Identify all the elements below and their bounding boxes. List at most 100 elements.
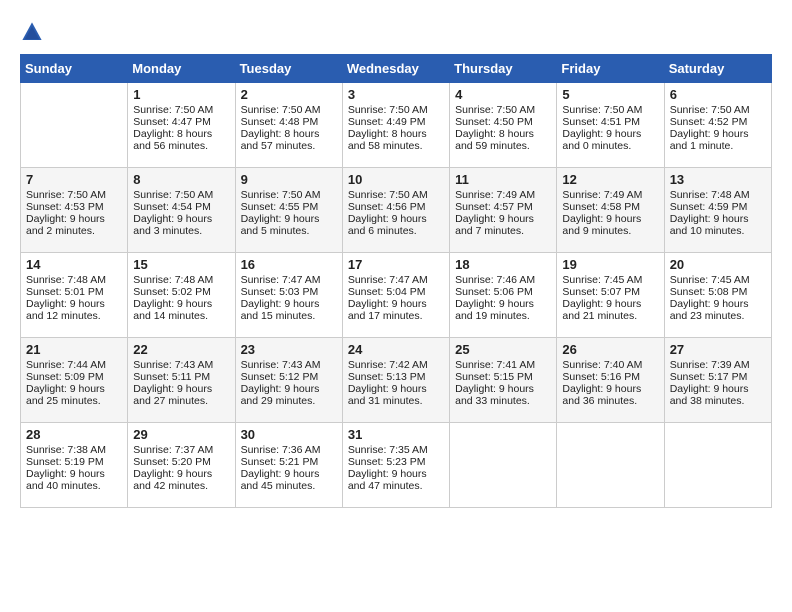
day-info: Daylight: 9 hours: [241, 468, 337, 480]
calendar-week-row: 7Sunrise: 7:50 AMSunset: 4:53 PMDaylight…: [21, 168, 772, 253]
calendar-cell: 27Sunrise: 7:39 AMSunset: 5:17 PMDayligh…: [664, 338, 771, 423]
day-info: and 36 minutes.: [562, 395, 658, 407]
day-number: 2: [241, 87, 337, 102]
day-info: and 57 minutes.: [241, 140, 337, 152]
calendar-cell: 15Sunrise: 7:48 AMSunset: 5:02 PMDayligh…: [128, 253, 235, 338]
day-info: Sunset: 5:07 PM: [562, 286, 658, 298]
day-info: Sunset: 5:02 PM: [133, 286, 229, 298]
day-info: Sunset: 4:50 PM: [455, 116, 551, 128]
day-info: and 59 minutes.: [455, 140, 551, 152]
day-info: Daylight: 8 hours: [133, 128, 229, 140]
day-info: Sunrise: 7:49 AM: [562, 189, 658, 201]
calendar-cell: 3Sunrise: 7:50 AMSunset: 4:49 PMDaylight…: [342, 83, 449, 168]
day-info: Sunset: 4:57 PM: [455, 201, 551, 213]
day-info: Sunset: 5:06 PM: [455, 286, 551, 298]
day-info: and 15 minutes.: [241, 310, 337, 322]
calendar-cell: 6Sunrise: 7:50 AMSunset: 4:52 PMDaylight…: [664, 83, 771, 168]
day-info: Daylight: 9 hours: [348, 383, 444, 395]
day-info: Sunset: 5:23 PM: [348, 456, 444, 468]
day-info: Sunrise: 7:40 AM: [562, 359, 658, 371]
day-info: and 33 minutes.: [455, 395, 551, 407]
day-info: and 17 minutes.: [348, 310, 444, 322]
day-info: Daylight: 8 hours: [241, 128, 337, 140]
day-number: 21: [26, 342, 122, 357]
day-info: and 6 minutes.: [348, 225, 444, 237]
day-info: Sunset: 4:47 PM: [133, 116, 229, 128]
day-info: Daylight: 9 hours: [562, 128, 658, 140]
day-info: Sunrise: 7:50 AM: [670, 104, 766, 116]
calendar-cell: 7Sunrise: 7:50 AMSunset: 4:53 PMDaylight…: [21, 168, 128, 253]
day-info: and 47 minutes.: [348, 480, 444, 492]
day-number: 31: [348, 427, 444, 442]
calendar-cell: 26Sunrise: 7:40 AMSunset: 5:16 PMDayligh…: [557, 338, 664, 423]
calendar-cell: [557, 423, 664, 508]
day-info: Sunset: 5:20 PM: [133, 456, 229, 468]
day-info: Sunset: 5:21 PM: [241, 456, 337, 468]
header-sunday: Sunday: [21, 55, 128, 83]
day-number: 8: [133, 172, 229, 187]
day-info: Sunrise: 7:42 AM: [348, 359, 444, 371]
day-info: and 45 minutes.: [241, 480, 337, 492]
day-info: Sunrise: 7:38 AM: [26, 444, 122, 456]
day-info: Sunrise: 7:37 AM: [133, 444, 229, 456]
day-info: Sunrise: 7:48 AM: [133, 274, 229, 286]
day-info: and 12 minutes.: [26, 310, 122, 322]
day-info: Daylight: 9 hours: [26, 383, 122, 395]
day-number: 3: [348, 87, 444, 102]
day-info: Daylight: 9 hours: [455, 383, 551, 395]
day-info: Sunset: 5:04 PM: [348, 286, 444, 298]
day-number: 25: [455, 342, 551, 357]
calendar-table: SundayMondayTuesdayWednesdayThursdayFrid…: [20, 54, 772, 508]
calendar-week-row: 28Sunrise: 7:38 AMSunset: 5:19 PMDayligh…: [21, 423, 772, 508]
day-info: Sunset: 4:58 PM: [562, 201, 658, 213]
day-info: Daylight: 9 hours: [26, 468, 122, 480]
day-info: Daylight: 8 hours: [455, 128, 551, 140]
day-info: Sunset: 5:09 PM: [26, 371, 122, 383]
calendar-cell: [664, 423, 771, 508]
day-number: 26: [562, 342, 658, 357]
day-info: and 5 minutes.: [241, 225, 337, 237]
day-number: 13: [670, 172, 766, 187]
calendar-cell: 28Sunrise: 7:38 AMSunset: 5:19 PMDayligh…: [21, 423, 128, 508]
header-thursday: Thursday: [450, 55, 557, 83]
day-info: Daylight: 9 hours: [348, 468, 444, 480]
day-info: Daylight: 9 hours: [455, 298, 551, 310]
day-number: 9: [241, 172, 337, 187]
calendar-cell: 21Sunrise: 7:44 AMSunset: 5:09 PMDayligh…: [21, 338, 128, 423]
day-number: 22: [133, 342, 229, 357]
day-info: Sunrise: 7:50 AM: [133, 104, 229, 116]
day-info: Daylight: 9 hours: [670, 128, 766, 140]
day-info: Sunrise: 7:43 AM: [241, 359, 337, 371]
day-number: 28: [26, 427, 122, 442]
calendar-cell: 22Sunrise: 7:43 AMSunset: 5:11 PMDayligh…: [128, 338, 235, 423]
day-info: Daylight: 9 hours: [133, 468, 229, 480]
page-header: [20, 20, 772, 44]
day-number: 4: [455, 87, 551, 102]
day-info: and 14 minutes.: [133, 310, 229, 322]
calendar-cell: 10Sunrise: 7:50 AMSunset: 4:56 PMDayligh…: [342, 168, 449, 253]
day-number: 17: [348, 257, 444, 272]
day-info: Sunrise: 7:48 AM: [670, 189, 766, 201]
day-info: Sunrise: 7:50 AM: [26, 189, 122, 201]
logo: [20, 20, 48, 44]
header-tuesday: Tuesday: [235, 55, 342, 83]
day-info: Daylight: 9 hours: [562, 213, 658, 225]
header-friday: Friday: [557, 55, 664, 83]
day-info: Sunrise: 7:48 AM: [26, 274, 122, 286]
day-info: Sunrise: 7:45 AM: [670, 274, 766, 286]
calendar-cell: 25Sunrise: 7:41 AMSunset: 5:15 PMDayligh…: [450, 338, 557, 423]
day-info: Daylight: 9 hours: [241, 213, 337, 225]
day-number: 1: [133, 87, 229, 102]
day-info: Daylight: 9 hours: [133, 213, 229, 225]
day-info: Daylight: 9 hours: [670, 213, 766, 225]
day-info: and 38 minutes.: [670, 395, 766, 407]
day-number: 19: [562, 257, 658, 272]
day-number: 11: [455, 172, 551, 187]
day-info: Sunrise: 7:49 AM: [455, 189, 551, 201]
calendar-cell: 19Sunrise: 7:45 AMSunset: 5:07 PMDayligh…: [557, 253, 664, 338]
day-info: and 23 minutes.: [670, 310, 766, 322]
day-info: and 2 minutes.: [26, 225, 122, 237]
day-info: Sunset: 5:15 PM: [455, 371, 551, 383]
day-info: Daylight: 9 hours: [455, 213, 551, 225]
day-number: 6: [670, 87, 766, 102]
